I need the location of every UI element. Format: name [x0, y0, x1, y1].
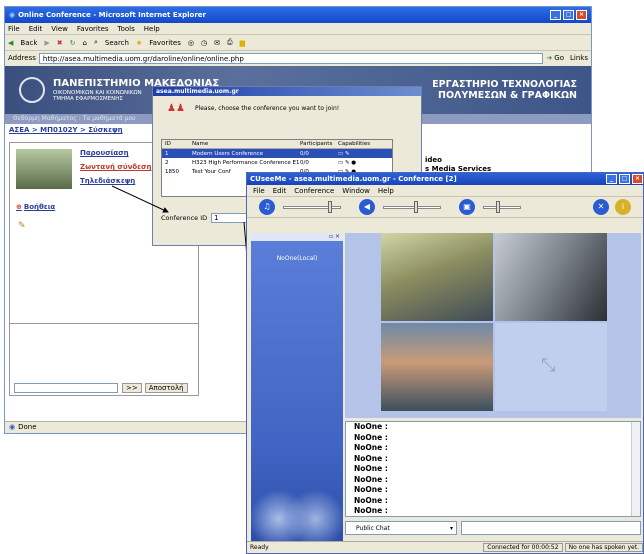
chat-line: NoOne : — [354, 453, 388, 463]
microphone-icon[interactable]: ♫ — [259, 199, 275, 215]
video-tile-1[interactable] — [381, 233, 493, 321]
participant-list: ▫ × NoOne(Local) — [251, 233, 343, 543]
video-tile-3[interactable] — [381, 323, 493, 411]
video-grid: ⤡ — [381, 233, 611, 411]
speaker-status: No one has spoken yet. — [564, 543, 643, 552]
chat-line: NoOne : — [354, 474, 388, 484]
cuseeme-window: CUseeMe - asea.multimedia.uom.gr - Confe… — [246, 172, 644, 554]
info-icon[interactable]: i — [615, 199, 631, 215]
video-slider[interactable] — [483, 200, 521, 213]
video-tile-2[interactable] — [495, 233, 607, 321]
connection-time: Connected for 00:00:52 — [483, 543, 563, 552]
chat-line: NoOne : — [354, 495, 388, 505]
chat-line: NoOne : — [354, 485, 388, 494]
video-area: ⤡ — [345, 233, 641, 418]
menu-window[interactable]: Window — [342, 187, 370, 195]
chat-input-row: Public Chat ▾ — [345, 521, 641, 535]
speaker-icon[interactable]: ◀ — [359, 199, 375, 215]
conf-status-ready: Ready — [250, 544, 269, 551]
no-video-icon: ⤡ — [541, 355, 556, 376]
chat-line: NoOne : — [354, 422, 388, 431]
menu-edit[interactable]: Edit — [273, 187, 287, 195]
menu-file[interactable]: File — [253, 187, 265, 195]
minimize-icon[interactable]: _ — [606, 174, 617, 184]
chat-line: NoOne : — [354, 506, 388, 515]
chat-message-input[interactable] — [461, 521, 641, 535]
chat-line: NoOne : — [354, 464, 388, 473]
chevron-down-icon: ▾ — [449, 524, 453, 532]
conf-titlebar: CUseeMe - asea.multimedia.uom.gr - Confe… — [247, 173, 643, 185]
chat-mode-select[interactable]: Public Chat ▾ — [345, 521, 457, 535]
video-tile-empty[interactable]: ⤡ — [495, 323, 607, 411]
chat-mode-value: Public Chat — [356, 524, 390, 532]
maximize-icon[interactable]: □ — [619, 174, 630, 184]
conf-toolbar: ♫ ◀ ▣ ✕ i — [247, 196, 643, 218]
mic-volume-slider[interactable] — [283, 200, 341, 213]
arrow-to-dialog — [111, 185, 169, 213]
conf-title: CUseeMe - asea.multimedia.uom.gr - Confe… — [250, 175, 457, 183]
chat-log[interactable]: NoOne : NoOne : NoOne : NoOne : NoOne : … — [345, 421, 641, 517]
chat-line: NoOne : — [354, 443, 388, 452]
disconnect-icon[interactable]: ✕ — [593, 199, 609, 215]
participant-item[interactable]: NoOne(Local) — [251, 255, 343, 262]
camera-icon[interactable]: ▣ — [459, 199, 475, 215]
conf-menubar: File Edit Conference Window Help — [247, 185, 643, 196]
close-icon[interactable]: × — [632, 174, 643, 184]
decorative-people-image — [251, 483, 343, 543]
participant-list-header: ▫ × — [251, 233, 343, 241]
menu-conference[interactable]: Conference — [294, 187, 334, 195]
chat-scrollbar[interactable] — [631, 422, 640, 516]
chat-line: NoOne : — [354, 432, 388, 442]
speaker-volume-slider[interactable] — [383, 200, 441, 213]
menu-help[interactable]: Help — [378, 187, 394, 195]
conf-statusbar: Ready Connected for 00:00:52 No one has … — [247, 541, 643, 553]
